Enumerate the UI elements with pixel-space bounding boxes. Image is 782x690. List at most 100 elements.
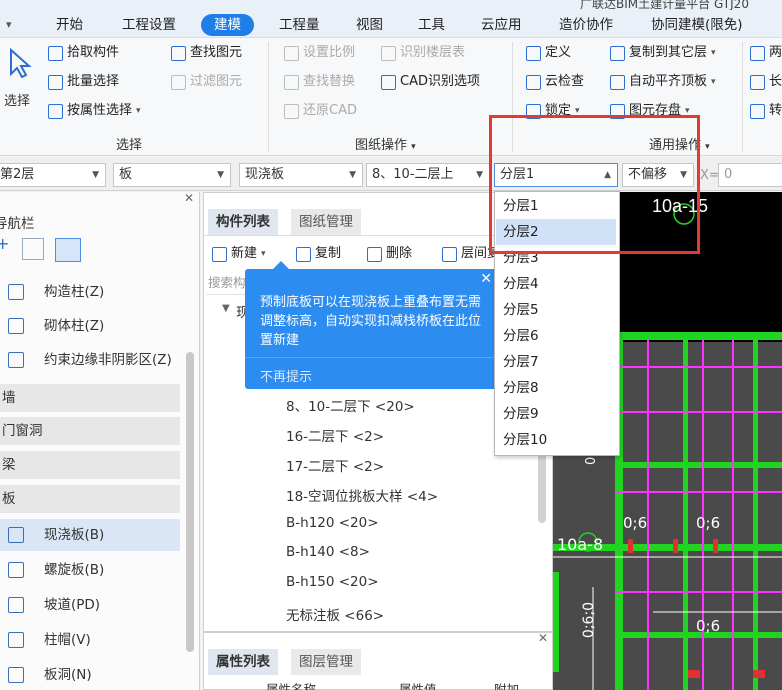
column-icon (8, 318, 24, 334)
set-scale-button[interactable]: 设置比例 (284, 42, 355, 64)
ribbon-cut-button-2[interactable]: 长 (750, 71, 782, 93)
dropdown-arrow-icon[interactable]: ▾ (6, 18, 12, 31)
recognize-floor-table-button[interactable]: 识别楼层表 (381, 42, 465, 64)
close-icon[interactable]: ✕ (184, 191, 194, 205)
batch-select-button[interactable]: 批量选择 (48, 71, 119, 93)
tab-drawing-management[interactable]: 图纸管理 (291, 209, 361, 235)
slab-icon (8, 527, 24, 543)
ribbon-cut-button-3[interactable]: 转 (750, 100, 782, 122)
menu-cloud[interactable]: 云应用 (481, 14, 522, 36)
new-icon (212, 246, 227, 262)
find-element-button[interactable]: 查找图元 (171, 42, 242, 64)
floor-select[interactable]: 第2层 ▼ (0, 163, 106, 187)
navigation-panel: 导航栏 ✕ + 构造柱(Z) 砌体柱(Z) 约束边缘非阴影区(Z) 墙 门窗洞 … (0, 191, 200, 690)
dropdown-option[interactable]: 分层8 (496, 375, 616, 401)
menu-cost-collab[interactable]: 造价协作 (559, 14, 613, 36)
menu-start[interactable]: 开始 (56, 14, 83, 36)
x-label: X= (700, 168, 720, 183)
define-button[interactable]: 定义 (526, 42, 571, 64)
scale-icon (284, 45, 299, 61)
cad-recognize-options-button[interactable]: CAD识别选项 (381, 71, 480, 93)
new-button[interactable]: 新建 ▾ (212, 243, 266, 265)
nav-category-beam[interactable]: 梁 (0, 451, 180, 479)
highlight-annotation-box (489, 115, 700, 254)
copy-button[interactable]: 复制 (296, 243, 341, 265)
nav-item-edge-zone[interactable]: 约束边缘非阴影区(Z) (0, 344, 180, 376)
menu-modeling[interactable]: 建模 (201, 14, 254, 36)
x-input[interactable]: 0 (718, 163, 782, 187)
list-item[interactable]: B-h140 <8> (286, 544, 370, 560)
list-item[interactable]: B-h120 <20> (286, 515, 379, 531)
column-icon (8, 284, 24, 300)
nav-category-wall[interactable]: 墙 (0, 384, 180, 412)
filter-element-button[interactable]: 过滤图元 (171, 71, 242, 93)
dont-show-again-link[interactable]: 不再提示 (260, 366, 312, 385)
tooltip-arrow (273, 261, 289, 269)
copy-to-other-floor-button[interactable]: 复制到其它层 ▾ (610, 42, 716, 64)
cloud-check-button[interactable]: 云检查 (526, 71, 584, 93)
batch-select-icon (48, 74, 63, 90)
nav-item-slab-hole[interactable]: 板洞(N) (0, 659, 180, 690)
cloud-check-icon (526, 74, 541, 90)
tool-icon (750, 103, 765, 119)
nav-scrollbar[interactable] (186, 352, 194, 652)
menu-view[interactable]: 视图 (356, 14, 383, 36)
ribbon-cut-button-1[interactable]: 两 (750, 42, 782, 64)
dropdown-option[interactable]: 分层9 (496, 401, 616, 427)
list-view-icon[interactable] (22, 238, 44, 260)
cad-label: 0;6;0 (581, 601, 598, 639)
tree-expand-icon[interactable]: ▼ (222, 303, 230, 314)
list-item[interactable]: B-h150 <20> (286, 574, 379, 590)
close-icon[interactable]: ✕ (480, 271, 492, 287)
select-by-attribute-button[interactable]: 按属性选择 ▾ (48, 100, 141, 122)
dropdown-option[interactable]: 分层7 (496, 349, 616, 375)
find-replace-button[interactable]: 查找替换 (284, 71, 355, 93)
delete-button[interactable]: 删除 (367, 243, 412, 265)
category-select[interactable]: 板 ▼ (113, 163, 231, 187)
list-item[interactable]: 无标注板 <66> (286, 604, 384, 624)
detail-view-icon[interactable] (55, 238, 81, 262)
nav-item-spiral-slab[interactable]: 螺旋板(B) (0, 554, 180, 586)
menu-tools[interactable]: 工具 (418, 14, 445, 36)
group-drawing-label: 图纸操作 ▾ (355, 138, 416, 153)
dropdown-option[interactable]: 分层4 (496, 271, 616, 297)
add-icon[interactable]: + (0, 234, 9, 253)
cursor-arrow-icon (10, 48, 32, 78)
close-icon[interactable]: ✕ (538, 631, 548, 645)
list-item[interactable]: 8、10-二层下 <20> (286, 395, 415, 415)
pick-component-button[interactable]: 拾取构件 (48, 42, 119, 64)
nav-item-ramp[interactable]: 坡道(PD) (0, 589, 180, 621)
floor-copy-icon (442, 246, 457, 262)
dropdown-option[interactable]: 分层10 (496, 427, 616, 453)
tool-icon (750, 74, 765, 90)
tab-layer-management[interactable]: 图层管理 (291, 649, 361, 675)
hole-icon (8, 667, 24, 683)
nav-item-column-cap[interactable]: 柱帽(V) (0, 624, 180, 656)
nav-item-masonry-column[interactable]: 砌体柱(Z) (0, 310, 180, 342)
pick-icon (48, 45, 63, 61)
component-select[interactable]: 8、10-二层上 ▼ (366, 163, 490, 187)
list-item[interactable]: 18-空调位挑板大样 <4> (286, 485, 438, 505)
nav-category-door-window[interactable]: 门窗洞 (0, 417, 180, 445)
restore-cad-button[interactable]: 还原CAD (284, 100, 357, 122)
ramp-icon (8, 597, 24, 613)
list-item[interactable]: 16-二层下 <2> (286, 425, 384, 445)
select-tool-button[interactable]: 选择 (2, 42, 42, 122)
menu-quantity[interactable]: 工程量 (279, 14, 320, 36)
tab-component-list[interactable]: 构件列表 (208, 209, 278, 235)
cad-label: 0;6 (623, 514, 648, 532)
dropdown-option[interactable]: 分层5 (496, 297, 616, 323)
nav-category-slab[interactable]: 板 (0, 485, 180, 513)
menu-collab-modeling[interactable]: 协同建模(限免) (651, 14, 743, 36)
list-item[interactable]: 17-二层下 <2> (286, 455, 384, 475)
tooltip-text: 预制底板可以在现浇板上重叠布置无需调整标高，自动实现扣减栈桥板在此位置新建 (260, 295, 482, 348)
tab-property-list[interactable]: 属性列表 (208, 649, 278, 675)
hint-tooltip: ✕ 预制底板可以在现浇板上重叠布置无需调整标高，自动实现扣减栈桥板在此位置新建 … (245, 261, 498, 389)
title-bar: 广联达BIM土建计量平台 GTJ20 (0, 0, 782, 11)
nav-item-cast-slab[interactable]: 现浇板(B) (0, 519, 180, 551)
menu-project-settings[interactable]: 工程设置 (122, 14, 176, 36)
dropdown-option[interactable]: 分层6 (496, 323, 616, 349)
nav-item-constructional-column[interactable]: 构造柱(Z) (0, 276, 180, 308)
type-select[interactable]: 现浇板 ▼ (239, 163, 363, 187)
auto-flush-top-slab-button[interactable]: 自动平齐顶板 ▾ (610, 71, 716, 93)
